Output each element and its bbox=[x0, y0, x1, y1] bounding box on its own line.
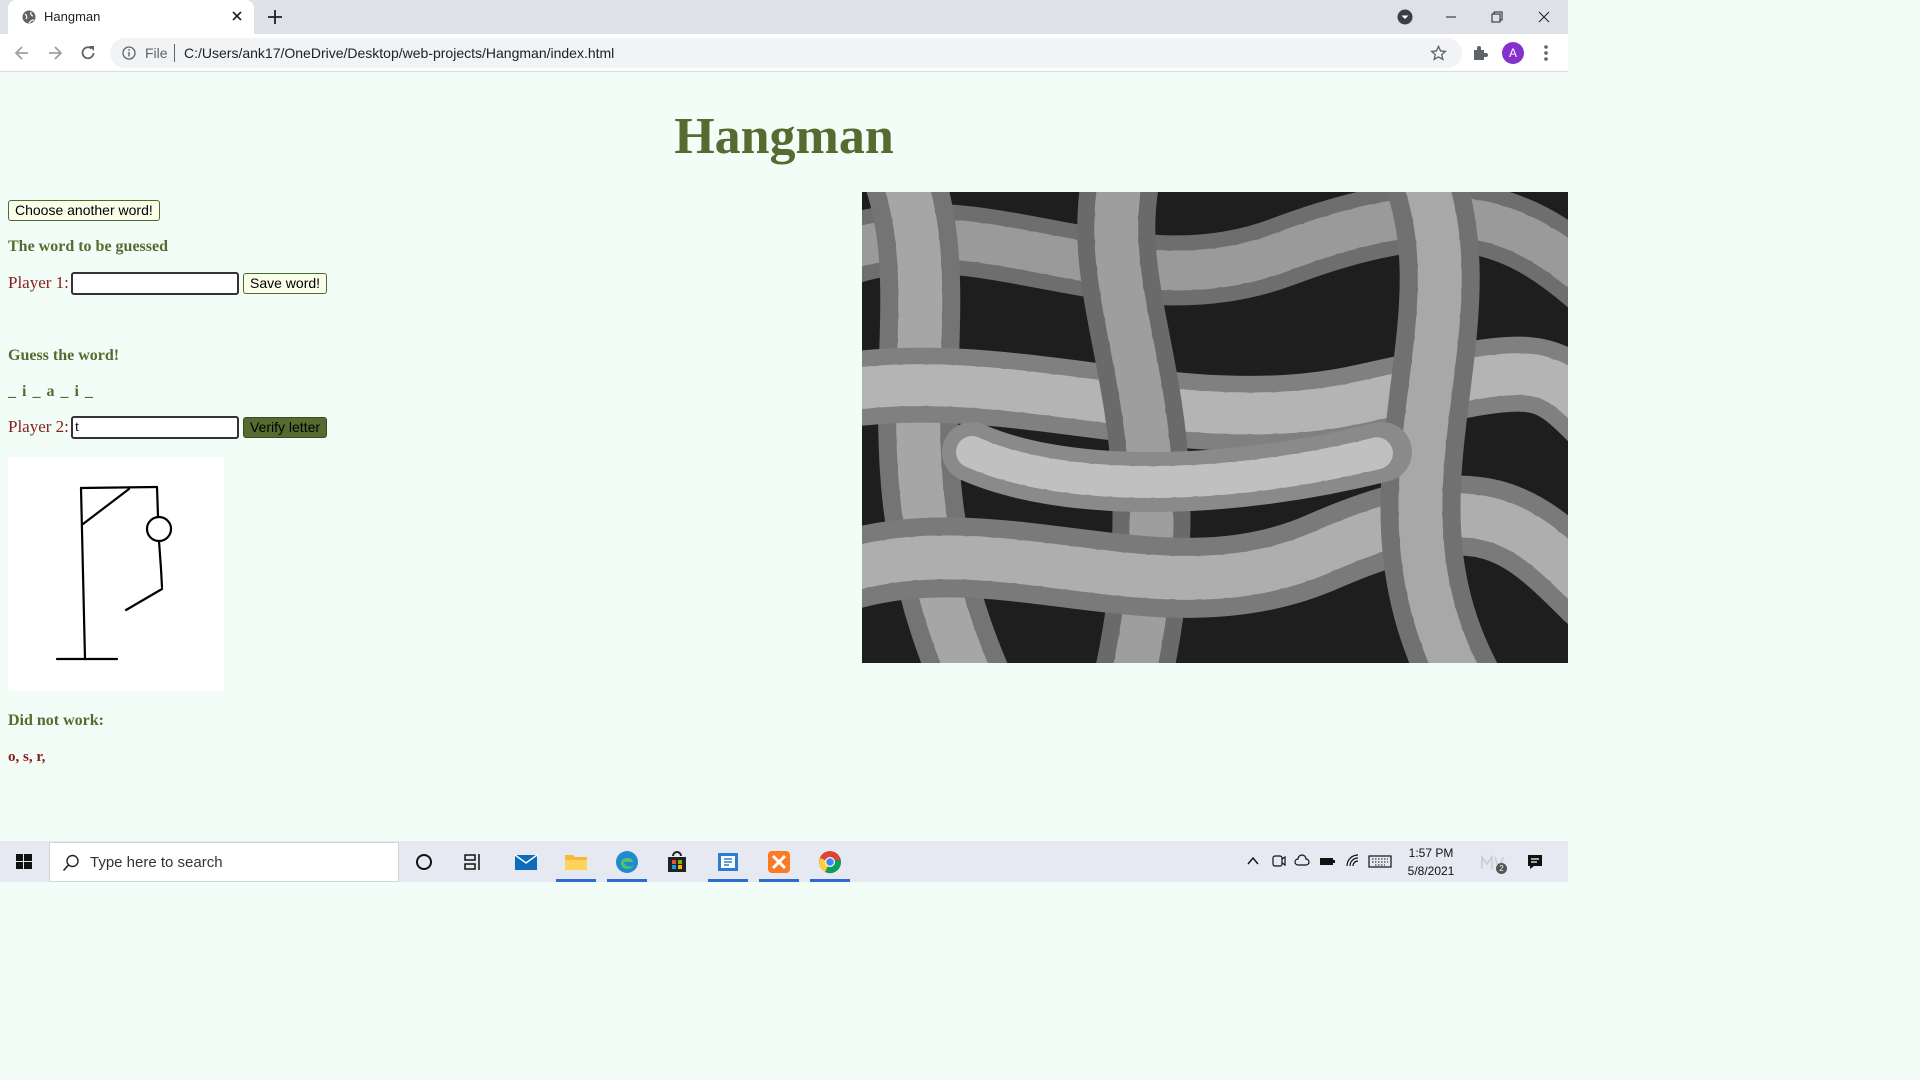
wifi-icon[interactable] bbox=[1345, 853, 1361, 869]
minimize-icon[interactable] bbox=[1442, 8, 1460, 26]
search-placeholder: Type here to search bbox=[90, 854, 223, 871]
edge-app[interactable] bbox=[603, 841, 651, 882]
page-content: Hangman Choose another word! The word to… bbox=[0, 73, 1568, 841]
verify-letter-button[interactable]: Verify letter bbox=[243, 417, 328, 438]
gallows-brace bbox=[81, 487, 131, 526]
new-tab-icon[interactable] bbox=[266, 8, 284, 26]
player1-label: Player 1: bbox=[8, 273, 69, 292]
taskbar-search-box[interactable]: Type here to search bbox=[49, 842, 399, 882]
chrome-app[interactable] bbox=[806, 841, 854, 882]
tab-title: Hangman bbox=[44, 9, 101, 24]
tab-strip: Hangman bbox=[0, 0, 1568, 34]
extensions-icon[interactable] bbox=[1470, 43, 1490, 63]
system-clock[interactable]: 1:57 PM 5/8/2021 bbox=[1398, 844, 1464, 880]
masked-word: _ i _ a _ i _ bbox=[8, 383, 94, 400]
edge-icon bbox=[616, 851, 638, 873]
window-close-icon[interactable] bbox=[1535, 8, 1553, 26]
gallows-post bbox=[79, 486, 87, 661]
active-indicator bbox=[607, 879, 647, 882]
forward-icon[interactable] bbox=[45, 43, 65, 63]
kebab-menu-icon[interactable] bbox=[1538, 43, 1554, 63]
active-indicator bbox=[759, 879, 799, 882]
hangman-drawing bbox=[55, 485, 173, 661]
choose-another-word-button[interactable]: Choose another word! bbox=[8, 200, 160, 221]
active-indicator bbox=[556, 879, 596, 882]
active-indicator bbox=[810, 879, 850, 882]
word-heading: The word to be guessed bbox=[8, 238, 169, 255]
xampp-icon bbox=[768, 851, 790, 873]
player2-label: Player 2: bbox=[8, 417, 69, 436]
gallows-beam bbox=[79, 485, 159, 490]
word-app[interactable] bbox=[704, 841, 752, 882]
close-tab-icon[interactable] bbox=[230, 9, 244, 23]
document-app-icon bbox=[718, 853, 738, 871]
browser-toolbar: File C:/Users/ank17/OneDrive/Desktop/web… bbox=[0, 34, 1568, 72]
page-title: Hangman bbox=[674, 108, 894, 165]
rope-image-art bbox=[862, 192, 1568, 663]
action-center-icon[interactable] bbox=[1526, 853, 1544, 871]
rope-image bbox=[862, 192, 1568, 663]
url-text[interactable]: C:/Users/ank17/OneDrive/Desktop/web-proj… bbox=[184, 45, 614, 61]
cortana-button[interactable] bbox=[400, 841, 448, 882]
hangman-canvas bbox=[8, 457, 224, 691]
mail-app[interactable] bbox=[502, 841, 550, 882]
windows-taskbar: Type here to search 1:57 PM 5/8/2021 2 bbox=[0, 841, 1568, 882]
player1-word-input[interactable] bbox=[71, 272, 239, 295]
xampp-app[interactable] bbox=[755, 841, 803, 882]
profile-avatar[interactable]: A bbox=[1502, 42, 1524, 64]
file-explorer-app[interactable] bbox=[552, 841, 600, 882]
restore-icon[interactable] bbox=[1488, 8, 1506, 26]
back-icon[interactable] bbox=[12, 43, 32, 63]
meet-now-icon[interactable] bbox=[1271, 853, 1287, 869]
file-scheme-label: File bbox=[145, 45, 168, 61]
hangman-leg bbox=[124, 587, 164, 612]
notification-badge: 2 bbox=[1496, 863, 1507, 874]
clock-date: 5/8/2021 bbox=[1407, 864, 1455, 878]
search-icon bbox=[62, 854, 79, 872]
tray-chevron-up-icon[interactable] bbox=[1245, 853, 1261, 869]
task-view-button[interactable] bbox=[449, 841, 497, 882]
failed-letters: o, s, r, bbox=[8, 749, 46, 765]
noose-rope bbox=[155, 485, 160, 518]
active-indicator bbox=[708, 879, 748, 882]
windows-logo-icon bbox=[16, 854, 32, 869]
player2-letter-input[interactable] bbox=[71, 416, 239, 439]
hangman-body bbox=[157, 539, 164, 589]
store-bag-icon bbox=[668, 851, 686, 872]
cortana-circle-icon bbox=[416, 854, 432, 870]
onedrive-cloud-icon[interactable] bbox=[1294, 853, 1310, 869]
bookmark-star-icon[interactable] bbox=[1430, 45, 1447, 62]
mail-icon bbox=[514, 854, 538, 870]
store-app[interactable] bbox=[653, 841, 701, 882]
guess-heading: Guess the word! bbox=[8, 347, 120, 364]
failed-heading: Did not work: bbox=[8, 712, 105, 729]
keyboard-icon[interactable] bbox=[1368, 853, 1392, 869]
clock-time: 1:57 PM bbox=[1408, 846, 1454, 860]
url-separator bbox=[174, 44, 175, 62]
save-word-button[interactable]: Save word! bbox=[243, 273, 328, 294]
browser-tab[interactable]: Hangman bbox=[8, 0, 254, 34]
hangman-head bbox=[145, 515, 173, 543]
globe-icon bbox=[22, 10, 36, 24]
task-view-icon bbox=[464, 854, 480, 870]
address-bar[interactable]: File C:/Users/ank17/OneDrive/Desktop/web… bbox=[110, 38, 1462, 68]
start-button[interactable] bbox=[0, 841, 48, 882]
reload-icon[interactable] bbox=[78, 43, 98, 63]
info-icon[interactable] bbox=[122, 46, 136, 60]
battery-icon[interactable] bbox=[1319, 853, 1335, 869]
chrome-icon bbox=[819, 851, 841, 874]
folder-icon bbox=[565, 855, 587, 870]
tab-search-icon[interactable] bbox=[1397, 9, 1413, 25]
